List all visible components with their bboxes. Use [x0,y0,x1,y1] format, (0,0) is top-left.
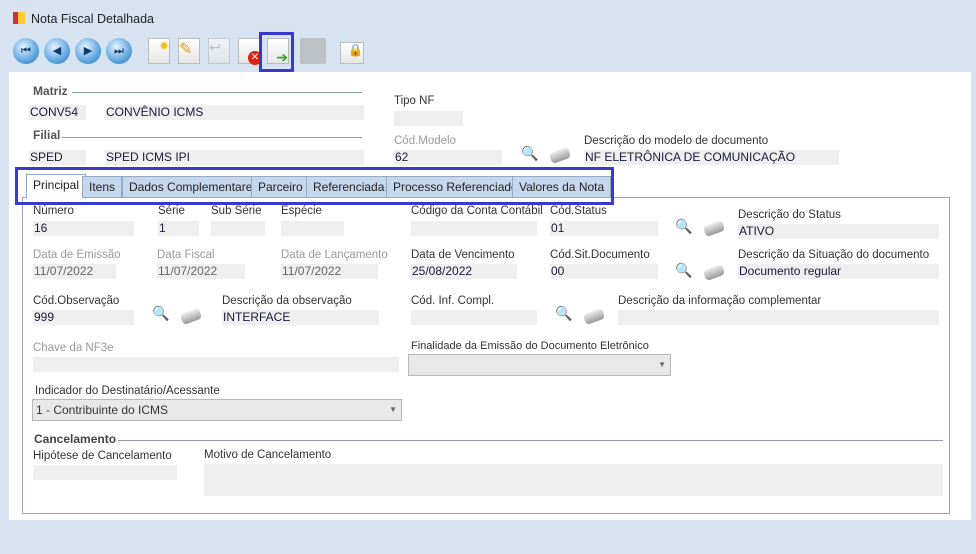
cod-status-field[interactable]: 01 [550,221,658,236]
cod-inf-field[interactable] [411,310,537,325]
last-record-button[interactable]: ⏭ [106,38,132,64]
tipo-nf-field [394,111,463,126]
matriz-group-label: Matriz [33,84,68,98]
search-icon[interactable]: 🔍 [555,305,572,322]
cod-sit-field[interactable]: 00 [550,264,658,279]
data-emissao-label: Data de Emissão [33,249,121,261]
filial-name: SPED ICMS IPI [105,150,364,165]
desc-obs-label: Descrição da observação [222,295,352,307]
data-vencimento-field[interactable]: 25/08/2022 [411,264,517,279]
search-icon[interactable]: 🔍 [675,262,692,279]
chave-field [33,357,399,372]
new-button[interactable]: ✸ [148,38,170,64]
save-button[interactable] [300,38,326,64]
hipotese-label: Hipótese de Cancelamento [33,450,172,462]
desc-sit-field: Documento regular [738,264,939,279]
cod-modelo-field[interactable]: 62 [394,150,502,165]
previous-record-button[interactable]: ◀ [44,38,70,64]
next-record-button[interactable]: ▶ [75,38,101,64]
numero-label: Número [33,205,74,217]
tipo-nf-label: Tipo NF [394,95,435,107]
conta-contabil-field[interactable] [411,221,537,236]
sub-serie-label: Sub Série [211,205,262,217]
chave-label: Chave da NF3e [33,342,114,354]
window-title: Nota Fiscal Detalhada [31,12,154,26]
filial-group-label: Filial [33,128,61,142]
cod-obs-label: Cód.Observação [33,295,120,307]
finalidade-select[interactable]: ▼ [408,354,671,376]
serie-field[interactable]: 1 [158,221,199,236]
motivo-field[interactable] [204,464,943,496]
desc-modelo-field: NF ELETRÔNICA DE COMUNICAÇÃO [584,150,839,165]
desc-status-field: ATIVO [738,224,939,239]
indicador-label: Indicador do Destinatário/Acessante [35,385,220,397]
sub-serie-field[interactable] [211,221,265,236]
especie-label: Espécie [281,205,322,217]
finalidade-label: Finalidade da Emissão do Documento Eletr… [411,340,649,352]
data-emissao-field: 11/07/2022 [33,264,116,279]
numero-field[interactable]: 16 [33,221,134,236]
matriz-code: CONV54 [29,105,86,120]
cod-obs-field[interactable]: 999 [33,310,134,325]
edit-button[interactable]: ✎ [178,38,200,64]
desc-sit-label: Descrição da Situação do documento [738,249,930,261]
cod-inf-label: Cód. Inf. Compl. [411,295,495,307]
tabs-highlight [15,167,614,205]
search-icon[interactable]: 🔍 [521,145,538,162]
chevron-down-icon: ▼ [389,405,397,414]
desc-obs-field: INTERFACE [222,310,379,325]
cod-sit-label: Cód.Sit.Documento [550,249,650,261]
chevron-down-icon: ▼ [658,360,666,369]
motivo-label: Motivo de Cancelamento [204,449,332,461]
data-lancamento-field: 11/07/2022 [281,264,378,279]
undo-button[interactable]: ↩ [208,38,230,64]
first-record-button[interactable]: ⏮ [13,38,39,64]
search-icon[interactable]: 🔍 [675,218,692,235]
conta-contabil-label: Código da Conta Contábil [411,205,543,217]
especie-field[interactable] [281,221,344,236]
hipotese-field[interactable] [33,465,177,480]
export-button[interactable]: ➔ [267,38,289,65]
delete-button[interactable]: ✕ [238,38,262,65]
desc-inf-label: Descrição da informação complementar [618,295,822,307]
indicador-select[interactable]: 1 - Contribuinte do ICMS ▼ [32,399,402,421]
desc-modelo-label: Descrição do modelo de documento [584,135,769,147]
cod-status-label: Cód.Status [550,205,607,217]
data-fiscal-field: 11/07/2022 [157,264,245,279]
data-fiscal-label: Data Fiscal [157,249,215,261]
data-lancamento-label: Data de Lançamento [281,249,388,261]
cancelamento-group-label: Cancelamento [34,432,117,446]
desc-status-label: Descrição do Status [738,209,841,221]
app-icon [13,12,25,24]
serie-label: Série [158,205,185,217]
search-icon[interactable]: 🔍 [152,305,169,322]
cod-modelo-label: Cód.Modelo [394,135,457,147]
matriz-name: CONVÊNIO ICMS [105,105,364,120]
filial-code: SPED [29,150,86,165]
data-vencimento-label: Data de Vencimento [411,249,515,261]
lock-button[interactable]: 🔒 [340,42,364,64]
desc-inf-field [618,310,939,325]
